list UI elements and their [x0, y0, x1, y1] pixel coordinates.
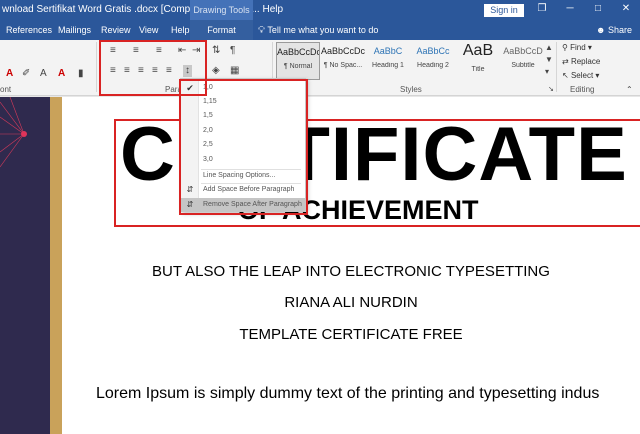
maximize-icon[interactable]: □	[590, 2, 606, 16]
style-preview: AaBbCcD	[503, 46, 543, 56]
collapse-ribbon-icon[interactable]: ⌃	[626, 84, 633, 96]
style-name: ¶ No Spac...	[323, 62, 363, 69]
underline-icon[interactable]: A	[40, 68, 47, 80]
ribbon-separator	[556, 42, 557, 92]
tab-help[interactable]: Help	[171, 25, 190, 35]
tab-format[interactable]: Format	[190, 20, 253, 40]
tab-references[interactable]: References	[6, 25, 52, 35]
share-button[interactable]: ☻ Share	[596, 25, 632, 35]
select-button[interactable]: ↖ Select ▾	[562, 71, 599, 80]
style-preview: AaBbC	[373, 46, 403, 56]
style-preview: AaB	[462, 42, 494, 59]
certificate-border-decoration	[0, 97, 62, 434]
styles-dialog-launcher-icon[interactable]: ↘	[548, 84, 554, 96]
style-name: Title	[471, 66, 485, 73]
share-label: Share	[608, 25, 633, 35]
gold-stripe	[50, 97, 62, 434]
drawing-tools-context-label: Drawing Tools	[190, 0, 253, 20]
style-preview: AaBbCcDc	[277, 47, 319, 57]
style-name: Heading 2	[417, 62, 449, 69]
sort-icon[interactable]: ⇅	[212, 45, 220, 57]
style-preview: AaBbCcDc	[321, 46, 365, 56]
style-normal[interactable]: AaBbCcDc ¶ Normal	[276, 42, 320, 80]
shading-icon[interactable]: ◈	[212, 65, 220, 77]
styles-gallery: AaBbCcDc ¶ Normal AaBbCcDc ¶ No Spac... …	[276, 42, 544, 82]
styles-scroll-down-icon[interactable]: ▼	[545, 54, 553, 66]
ribbon-home: A ✐ A A ▮ ont ≡ ≡ ≡ ⇤ ⇥ ≡ ≡ ≡ ≡ ≡ ↕ ⇅ ¶ …	[0, 40, 640, 96]
style-subtitle[interactable]: AaBbCcD Subtitle	[501, 42, 545, 80]
text-highlight-color-icon[interactable]: ▮	[78, 68, 84, 80]
highlight-icon[interactable]: ✐	[22, 68, 30, 80]
highlight-box-line-spacing-menu	[179, 79, 308, 215]
styles-more-icon[interactable]: ▾	[545, 66, 549, 78]
replace-button[interactable]: ⇄ Replace	[562, 57, 600, 66]
certificate-line-1: BUT ALSO THE LEAP INTO ELECTRONIC TYPESE…	[152, 263, 550, 280]
sign-in-button[interactable]: Sign in	[484, 4, 524, 17]
cursor-icon: ↖	[562, 71, 569, 80]
document-page[interactable]: CERTIFICATE OF ACHIEVEMENT BUT ALSO THE …	[62, 97, 640, 434]
font-color-icon[interactable]: A	[6, 68, 13, 80]
style-heading-1[interactable]: AaBbC Heading 1	[366, 42, 410, 80]
style-preview: AaBbCc	[416, 46, 450, 56]
certificate-line-3: TEMPLATE CERTIFICATE FREE	[239, 326, 463, 343]
recipient-name: RIANA ALI NURDIN	[284, 294, 418, 311]
replace-icon: ⇄	[562, 57, 569, 66]
borders-icon[interactable]: ▦	[230, 65, 239, 77]
styles-group-label: Styles	[400, 85, 422, 94]
style-name: ¶ Normal	[283, 63, 313, 70]
show-hide-icon[interactable]: ¶	[230, 45, 235, 57]
search-icon: ⚲	[562, 43, 568, 52]
style-title[interactable]: AaB Title	[456, 42, 500, 80]
font-group-label: ont	[0, 85, 12, 94]
tab-mailings[interactable]: Mailings	[58, 25, 91, 35]
lightbulb-icon: 💡︎	[258, 25, 265, 36]
text-effects-icon[interactable]: A	[58, 68, 65, 80]
tab-view[interactable]: View	[139, 25, 158, 35]
editing-group-label: Editing	[570, 85, 595, 94]
tab-review[interactable]: Review	[101, 25, 131, 35]
replace-label: Replace	[570, 57, 601, 66]
style-name: Subtitle	[511, 62, 535, 69]
style-no-spacing[interactable]: AaBbCcDc ¶ No Spac...	[321, 42, 365, 80]
style-name: Heading 1	[372, 62, 404, 69]
ribbon-tab-bar: References Mailings Review View Help For…	[0, 20, 640, 40]
find-label: Find	[570, 43, 586, 52]
tell-me-label: Tell me what you want to do	[267, 25, 379, 35]
ribbon-display-options-icon[interactable]: ❐	[534, 2, 550, 16]
title-bar: wnload Sertifikat Word Gratis .docx [Com…	[0, 0, 640, 20]
find-button[interactable]: ⚲ Find ▾	[562, 43, 592, 52]
close-icon[interactable]: ✕	[618, 2, 634, 16]
style-heading-2[interactable]: AaBbCc Heading 2	[411, 42, 455, 80]
ribbon-separator	[96, 42, 97, 92]
tell-me-search[interactable]: 💡︎ Tell me what you want to do	[258, 25, 378, 36]
select-label: Select	[570, 71, 594, 80]
lorem-paragraph: Lorem Ipsum is simply dummy text of the …	[96, 385, 600, 402]
minimize-icon[interactable]: ─	[562, 2, 578, 16]
person-icon: ☻	[596, 25, 606, 35]
styles-scroll-up-icon[interactable]: ▲	[545, 42, 553, 54]
